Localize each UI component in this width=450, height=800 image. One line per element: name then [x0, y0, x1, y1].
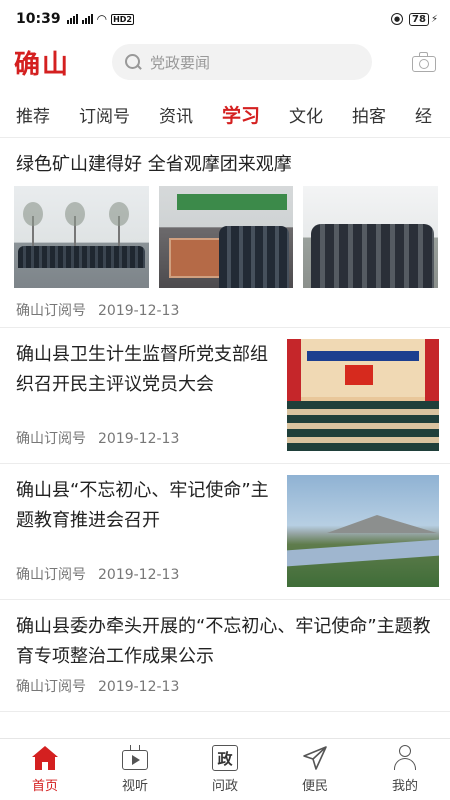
nav-label: 视听: [121, 779, 148, 794]
search-icon: [124, 53, 142, 71]
list-item[interactable]: 确山县卫生计生监督所党支部组织召开民主评议党员大会 确山订阅号 2019-12-1…: [0, 328, 450, 464]
article-title: 确山县卫生计生监督所党支部组织召开民主评议党员大会: [16, 344, 268, 395]
search-placeholder: 党政要闻: [150, 53, 211, 72]
rotation-lock-icon: ●: [391, 13, 404, 25]
flag-decoration: [345, 365, 373, 385]
nav-home[interactable]: 首页: [0, 739, 90, 800]
camera-icon[interactable]: [412, 52, 436, 72]
river-decoration: [287, 539, 439, 567]
news-feed: 绿色矿山建得好 全省观摩团来观摩 确山订阅号 2019-12-13 确山县卫生计生…: [0, 140, 450, 712]
status-right: ● 78 ⚡: [391, 12, 438, 26]
nav-label: 问政: [211, 779, 238, 794]
article-meta: 确山订阅号 2019-12-13: [16, 300, 179, 320]
nav-label: 我的: [391, 779, 418, 794]
status-time: 10:39: [16, 11, 61, 27]
banner-decoration: [307, 351, 419, 361]
article-date: 2019-12-13: [98, 431, 180, 447]
nav-label: 便民: [301, 779, 328, 794]
status-bar: 10:39 ◠ HD2 ● 78 ⚡: [0, 0, 450, 38]
article-image: [287, 339, 439, 451]
tab-economy[interactable]: 经: [399, 102, 432, 127]
tab-study[interactable]: 学习: [206, 101, 260, 128]
article-source: 确山订阅号: [16, 431, 86, 447]
curtain-decoration: [287, 339, 301, 409]
nav-label: 首页: [31, 779, 58, 794]
signal-icon-2: [81, 14, 93, 24]
tab-recommend[interactable]: 推荐: [0, 102, 50, 127]
article-meta: 确山订阅号 2019-12-13: [16, 564, 179, 584]
zheng-icon: 政: [212, 745, 238, 771]
search-bar[interactable]: 党政要闻: [112, 44, 372, 80]
tv-icon: [122, 745, 148, 771]
signal-icon: [66, 14, 78, 24]
article-source: 确山订阅号: [16, 679, 86, 695]
tree-decoration: [65, 202, 85, 250]
battery-level: 78: [409, 12, 429, 26]
camera-lens: [419, 59, 429, 69]
tree-decoration: [109, 202, 129, 250]
mountain-decoration: [327, 515, 437, 533]
article-source: 确山订阅号: [16, 303, 86, 319]
nav-inquiry[interactable]: 政 问政: [180, 739, 270, 800]
article-meta: 确山订阅号 2019-12-13: [16, 428, 179, 448]
article-image: [158, 186, 294, 288]
bottom-nav: 首页 视听 政 问政 便民 我的: [0, 738, 450, 800]
nav-video[interactable]: 视听: [90, 739, 180, 800]
nav-profile[interactable]: 我的: [360, 739, 450, 800]
app-logo: 确山: [14, 49, 71, 80]
wifi-icon: ◠: [96, 12, 108, 26]
article-source: 确山订阅号: [16, 567, 86, 583]
audience-decoration: [287, 401, 439, 451]
app-header: 确山 党政要闻: [0, 38, 450, 86]
article-image: [303, 186, 439, 288]
status-icons: ◠ HD2: [66, 12, 134, 26]
send-icon: [302, 745, 328, 771]
article-date: 2019-12-13: [98, 303, 180, 319]
people-decoration: [311, 224, 435, 288]
home-icon: [32, 745, 58, 771]
list-item[interactable]: 确山县“不忘初心、牢记使命”主题教育推进会召开 确山订阅号 2019-12-13: [0, 464, 450, 600]
list-item[interactable]: 确山县委办牵头开展的“不忘初心、牢记使命”主题教育专项整治工作成果公示 确山订阅…: [0, 600, 450, 712]
article-title: 确山县委办牵头开展的“不忘初心、牢记使命”主题教育专项整治工作成果公示: [16, 616, 431, 667]
nav-services[interactable]: 便民: [270, 739, 360, 800]
charging-icon: ⚡: [430, 13, 438, 25]
article-meta: 确山订阅号 2019-12-13: [16, 676, 179, 696]
network-badge: HD2: [111, 13, 134, 25]
people-decoration: [219, 226, 290, 288]
article-date: 2019-12-13: [98, 679, 180, 695]
article-image: [287, 475, 439, 587]
crowd-decoration: [18, 246, 145, 268]
list-item[interactable]: 绿色矿山建得好 全省观摩团来观摩 确山订阅号 2019-12-13: [0, 140, 450, 328]
article-image-row: [14, 186, 439, 288]
sign-decoration: [176, 194, 287, 210]
article-title: 绿色矿山建得好 全省观摩团来观摩: [16, 154, 292, 175]
article-date: 2019-12-13: [98, 567, 180, 583]
battery-icon: 78 ⚡: [409, 12, 438, 26]
tree-decoration: [23, 202, 43, 250]
curtain-decoration: [425, 339, 439, 409]
category-tabs: 推荐 订阅号 资讯 学习 文化 拍客 经: [0, 92, 450, 138]
article-image: [14, 186, 149, 288]
tab-subscriptions[interactable]: 订阅号: [63, 102, 130, 127]
article-title: 确山县“不忘初心、牢记使命”主题教育推进会召开: [16, 480, 269, 531]
person-icon: [392, 745, 418, 771]
tab-photographer[interactable]: 拍客: [336, 102, 386, 127]
tab-culture[interactable]: 文化: [273, 102, 323, 127]
tab-news[interactable]: 资讯: [143, 102, 193, 127]
